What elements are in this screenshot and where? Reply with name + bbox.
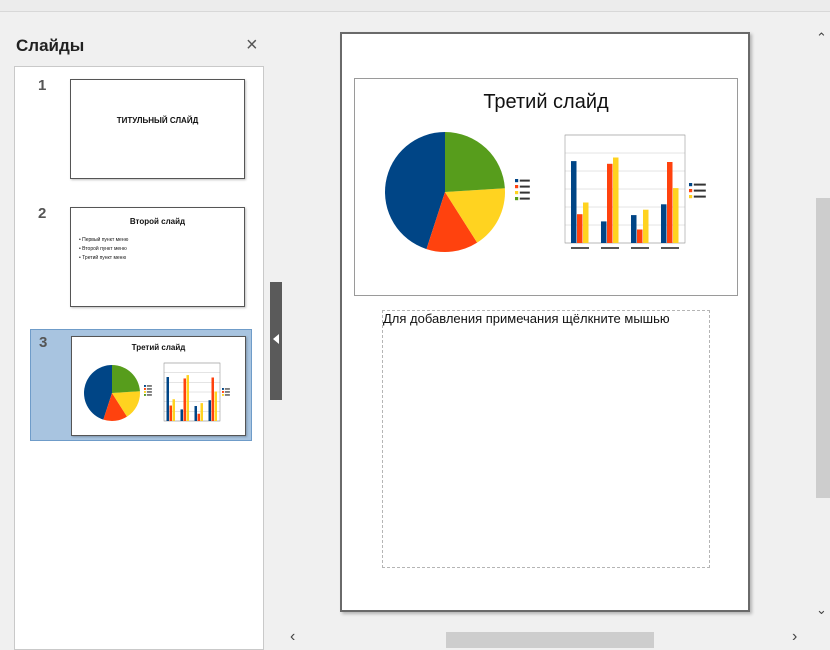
- bar: [169, 405, 172, 421]
- bar: [577, 214, 583, 243]
- bar: [661, 204, 667, 243]
- horizontal-scrollbar[interactable]: ‹ ›: [284, 628, 812, 650]
- category-tick-label: [601, 247, 619, 249]
- bar: [211, 377, 214, 421]
- legend-label: [224, 394, 230, 396]
- legend-swatch: [515, 185, 519, 189]
- legend-swatch: [689, 189, 693, 193]
- legend-label: [693, 183, 706, 186]
- legend-label: [519, 197, 530, 200]
- legend-label: [146, 391, 152, 393]
- bar: [571, 161, 577, 243]
- legend-swatch: [144, 394, 146, 396]
- slide-title: Второй слайд: [129, 217, 186, 226]
- pie-slice: [112, 365, 140, 393]
- legend-swatch: [222, 391, 224, 393]
- legend-swatch: [689, 195, 693, 199]
- slide-number: 2: [38, 205, 47, 222]
- legend-label: [224, 391, 230, 393]
- bar: [667, 162, 673, 243]
- slide-number: 1: [38, 77, 47, 94]
- legend-swatch: [689, 183, 693, 187]
- slide-preview-large[interactable]: Третий слайд: [354, 78, 738, 296]
- slide-preview: Третий слайд: [71, 336, 246, 436]
- slide-preview: ТИТУЛЬНЫЙ СЛАЙД: [70, 79, 245, 179]
- bar: [643, 209, 649, 243]
- pie-slice: [445, 132, 505, 192]
- bullet-item: Третий пункт меню: [79, 254, 128, 263]
- legend-swatch: [144, 391, 146, 393]
- bar: [172, 399, 175, 421]
- slide-thumbnail-2[interactable]: 2 Второй слайд Первый пункт меню Второй …: [30, 201, 252, 313]
- legend-label: [693, 189, 706, 192]
- scroll-down-icon[interactable]: ⌄: [816, 602, 827, 618]
- slide-thumbnail-3[interactable]: 3 Третий слайд: [30, 329, 252, 441]
- slide-bullet-list: Первый пункт меню Второй пункт меню Трет…: [79, 236, 128, 263]
- legend-label: [519, 179, 530, 182]
- legend-label: [146, 394, 152, 396]
- bar: [583, 202, 589, 243]
- bar: [186, 375, 189, 421]
- bar: [214, 391, 217, 421]
- slides-panel-title: Слайды: [16, 36, 85, 55]
- legend-label: [224, 388, 230, 390]
- notes-placeholder-text: Для добавления примечания щёлкните мышью: [383, 311, 670, 326]
- bar: [194, 406, 197, 421]
- vertical-scrollbar[interactable]: ⌃ ⌄: [812, 28, 830, 626]
- bullet-item: Первый пункт меню: [79, 236, 128, 245]
- slide-title: ТИТУЛЬНЫЙ СЛАЙД: [116, 116, 199, 125]
- close-icon[interactable]: ×: [246, 34, 258, 57]
- legend-label: [693, 195, 706, 198]
- legend-label: [146, 388, 152, 390]
- slide-thumbnail-1[interactable]: 1 ТИТУЛЬНЫЙ СЛАЙД: [30, 73, 252, 185]
- slide-preview: Второй слайд Первый пункт меню Второй пу…: [70, 207, 245, 307]
- legend-swatch: [144, 385, 146, 387]
- legend-label: [519, 191, 530, 194]
- notes-view: Третий слайд Для добавления примечания щ…: [284, 14, 830, 650]
- bullet-item: Второй пункт меню: [79, 245, 128, 254]
- bar: [197, 413, 200, 421]
- scroll-left-icon[interactable]: ‹: [290, 628, 295, 646]
- panel-splitter-handle[interactable]: [270, 282, 282, 400]
- legend-swatch: [515, 197, 519, 201]
- vertical-scroll-thumb[interactable]: [816, 198, 830, 498]
- bar: [601, 221, 607, 243]
- bar: [183, 378, 186, 421]
- category-tick-label: [631, 247, 649, 249]
- bar: [180, 409, 183, 421]
- bar: [200, 403, 203, 421]
- notes-page: Третий слайд Для добавления примечания щ…: [340, 32, 750, 612]
- bar: [631, 215, 637, 243]
- legend-label: [519, 185, 530, 188]
- scroll-up-icon[interactable]: ⌃: [816, 30, 827, 46]
- slides-panel: Слайды × 1 ТИТУЛЬНЫЙ СЛАЙД 2 Второй слай…: [10, 28, 266, 650]
- slide-number: 3: [39, 334, 48, 351]
- legend-label: [146, 385, 152, 387]
- slide-charts-thumbnail: [83, 362, 230, 422]
- legend-swatch: [144, 388, 146, 390]
- legend-swatch: [515, 191, 519, 195]
- notes-placeholder-box[interactable]: Для добавления примечания щёлкните мышью: [382, 310, 710, 568]
- bar: [166, 377, 169, 421]
- horizontal-scroll-thumb[interactable]: [446, 632, 654, 648]
- category-tick-label: [571, 247, 589, 249]
- legend-swatch: [515, 179, 519, 183]
- collapse-left-icon[interactable]: [273, 334, 279, 344]
- bar: [607, 163, 613, 243]
- top-toolbar-edge: [0, 0, 830, 12]
- category-tick-label: [661, 247, 679, 249]
- bar: [613, 157, 619, 243]
- slide-thumbnail-list[interactable]: 1 ТИТУЛЬНЫЙ СЛАЙД 2 Второй слайд Первый …: [14, 66, 264, 650]
- bar: [637, 229, 643, 243]
- bar: [208, 400, 211, 421]
- slide-charts: [385, 132, 706, 252]
- bar: [673, 188, 679, 243]
- legend-swatch: [222, 388, 224, 390]
- scroll-right-icon[interactable]: ›: [792, 628, 797, 646]
- legend-swatch: [222, 394, 224, 396]
